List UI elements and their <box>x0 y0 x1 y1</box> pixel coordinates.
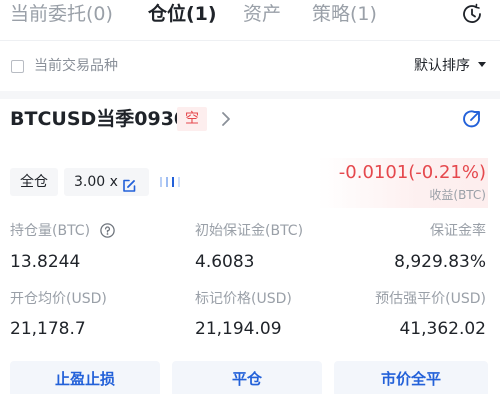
caret-down-icon <box>478 62 486 67</box>
current-symbol-label[interactable]: 当前交易品种 <box>34 56 118 76</box>
clock-icon[interactable] <box>461 3 483 25</box>
current-symbol-checkbox[interactable] <box>11 60 24 73</box>
margin-mode-chip[interactable]: 全仓 <box>10 168 58 196</box>
leverage-meter <box>160 177 186 187</box>
initial-margin-label: 初始保证金(BTC) <box>195 223 304 239</box>
position-side-badge: 空 <box>177 107 207 131</box>
share-icon[interactable] <box>461 108 483 130</box>
chevron-right-icon[interactable] <box>219 111 233 127</box>
leverage-value: 3.00 x <box>74 174 118 190</box>
question-icon[interactable] <box>100 223 115 238</box>
section-divider <box>0 91 500 99</box>
tab-assets[interactable]: 资产 <box>243 1 281 27</box>
mark-price-label: 标记价格(USD) <box>195 291 292 307</box>
close-position-button[interactable]: 平仓 <box>172 361 322 394</box>
position-tabs: 当前委托(0) 仓位(1) 资产 策略(1) <box>0 0 500 34</box>
entry-price-label: 开仓均价(USD) <box>10 291 107 307</box>
position-symbol[interactable]: BTCUSD当季0930 <box>10 106 187 132</box>
liq-price-label: 预估强平价(USD) <box>375 291 486 307</box>
sort-dropdown[interactable]: 默认排序 <box>414 56 486 76</box>
tab-positions[interactable]: 仓位(1) <box>148 1 217 27</box>
mark-price-value: 21,194.09 <box>195 319 282 339</box>
margin-ratio-label: 保证金率 <box>430 223 486 239</box>
sort-label: 默认排序 <box>414 58 470 74</box>
tab-open-orders[interactable]: 当前委托(0) <box>10 1 113 27</box>
tab-strategies[interactable]: 策略(1) <box>312 1 377 27</box>
edit-icon[interactable] <box>122 175 136 192</box>
pnl-value: -0.0101(-0.21%) <box>338 162 486 183</box>
filter-row: 当前交易品种 默认排序 <box>0 51 500 81</box>
entry-price-value: 21,178.7 <box>10 319 86 339</box>
tp-sl-button[interactable]: 止盈止损 <box>10 361 160 394</box>
size-label: 持仓量(BTC) <box>10 223 91 239</box>
leverage-chip[interactable]: 3.00 x <box>64 168 149 196</box>
pnl-label: 收益(BTC) <box>429 188 486 202</box>
size-value: 13.8244 <box>10 252 81 272</box>
margin-ratio-value: 8,929.83% <box>394 252 486 272</box>
initial-margin-value: 4.6083 <box>195 252 255 272</box>
liq-price-value: 41,362.02 <box>399 319 486 339</box>
divider <box>0 40 500 41</box>
market-close-all-button[interactable]: 市价全平 <box>334 361 488 394</box>
